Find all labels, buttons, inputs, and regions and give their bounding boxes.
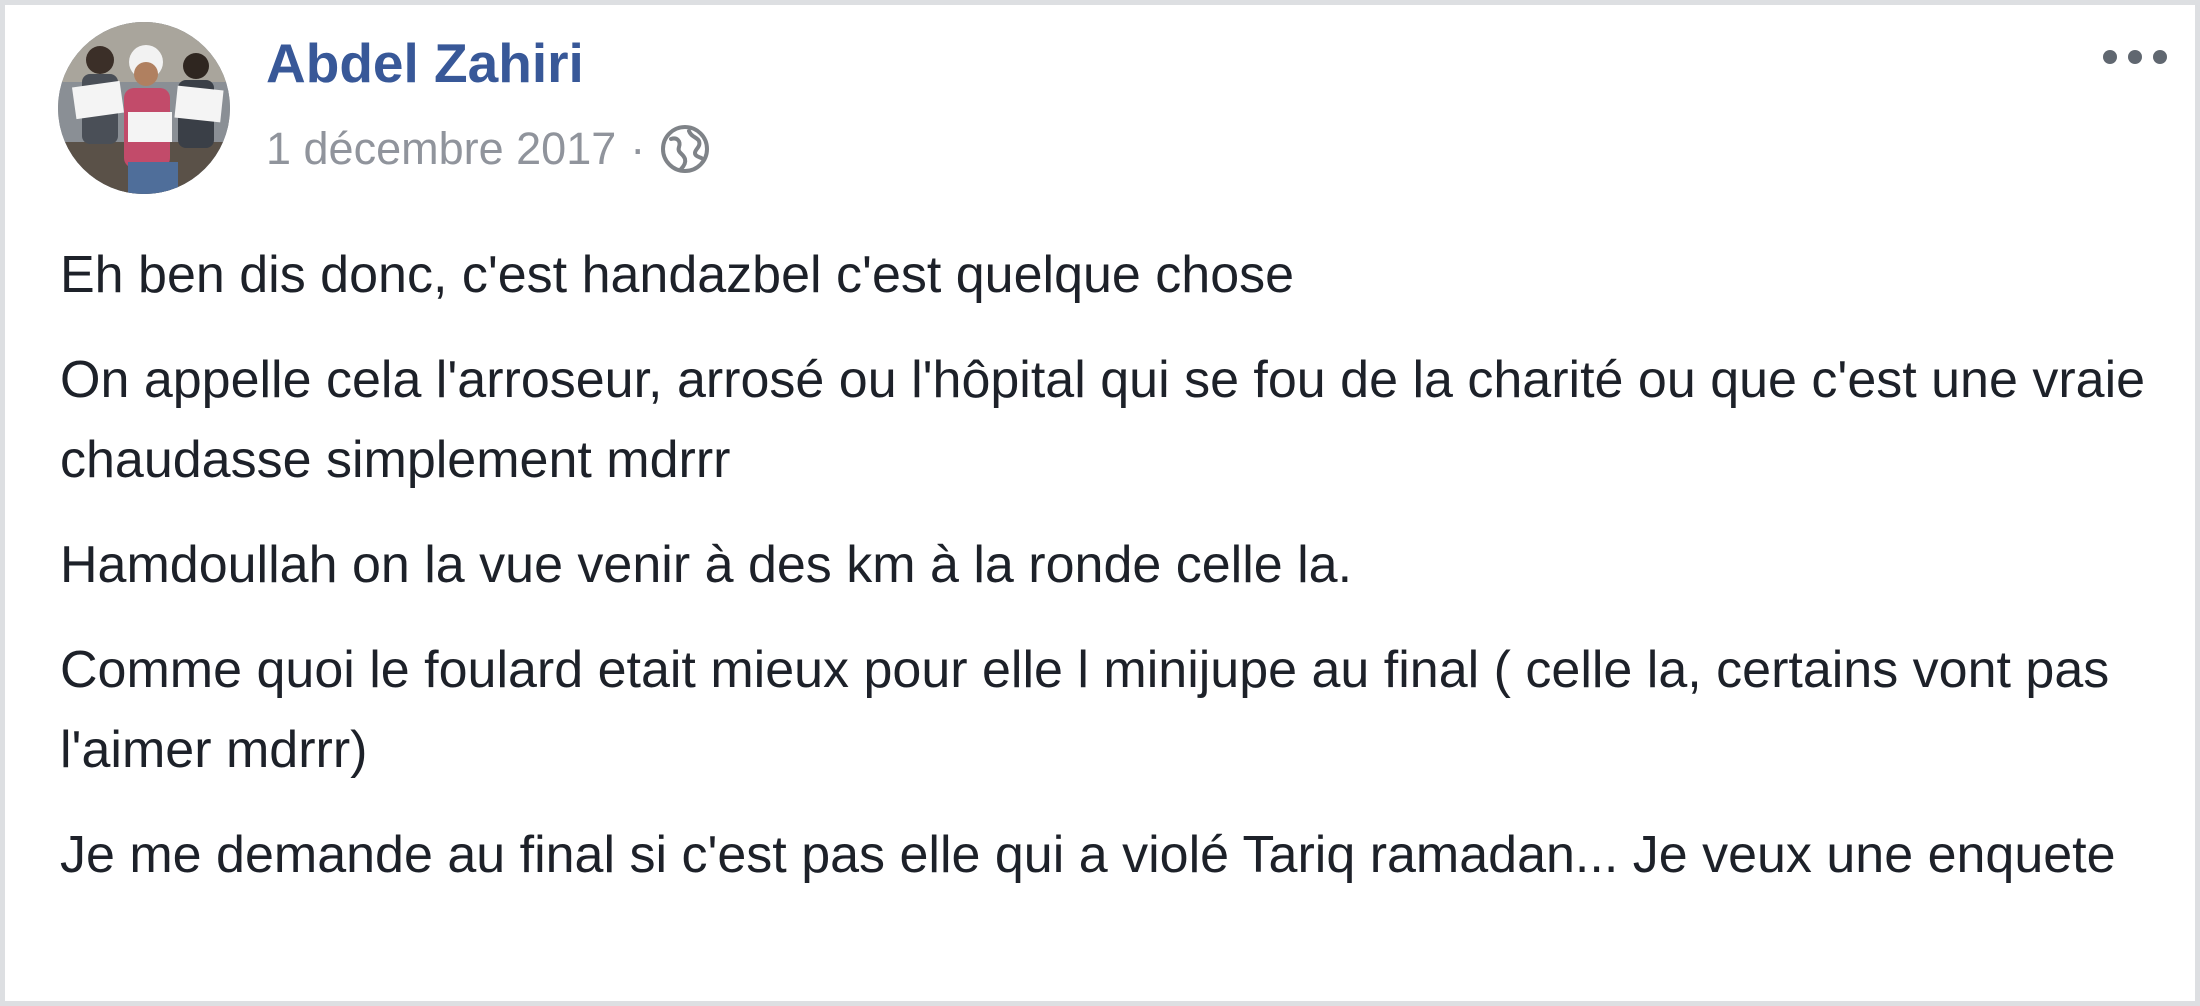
post-paragraph: On appelle cela l'arroseur, arrosé ou l'… [60,351,2146,489]
post-card: Abdel Zahiri 1 décembre 2017 · Eh ben di… [0,0,2200,1006]
post-paragraph: Je me demande au final si c'est pas elle… [60,826,2116,884]
post-paragraph: Hamdoullah on la vue venir à des km à la… [60,536,1353,594]
globe-icon[interactable] [659,123,711,175]
post-meta: 1 décembre 2017 · [266,121,711,177]
post-body: Eh ben dis donc, c'est handazbel c'est q… [60,235,2150,920]
post-date[interactable]: 1 décembre 2017 [266,123,616,175]
post-paragraph: Eh ben dis donc, c'est handazbel c'est q… [60,246,1295,304]
meta-separator: · [630,123,646,174]
post-paragraph: Comme quoi le foulard etait mieux pour e… [60,641,2110,779]
avatar-photo [58,22,230,194]
avatar[interactable] [58,22,230,194]
more-options-icon[interactable] [2095,35,2175,79]
author-name[interactable]: Abdel Zahiri [266,31,584,95]
